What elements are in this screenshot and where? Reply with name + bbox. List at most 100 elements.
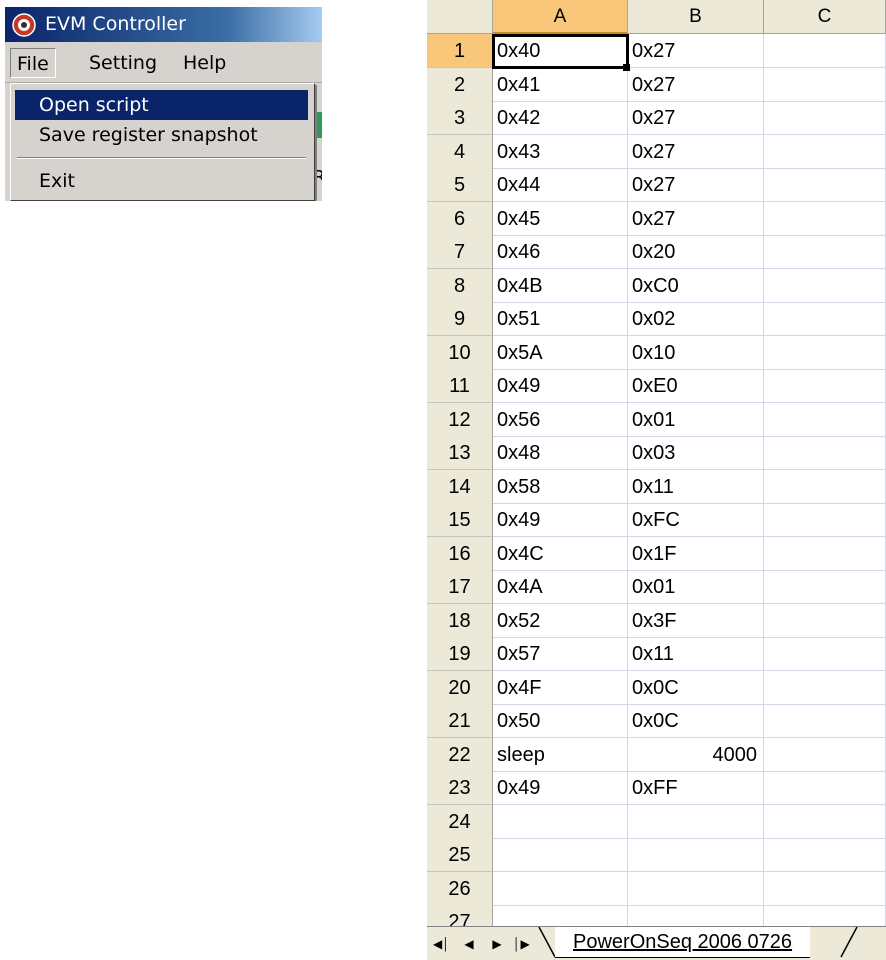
cell-b[interactable]: 0xFC [628,503,764,537]
cell-a[interactable]: 0x56 [493,402,628,437]
row-header[interactable]: 2 [427,67,493,102]
cell-b[interactable]: 0xC0 [628,268,764,303]
cell-c[interactable] [764,838,886,872]
cell-c[interactable] [764,34,886,68]
row-header[interactable]: 10 [427,335,493,370]
cell-a[interactable]: 0x58 [493,469,628,504]
cell-b[interactable]: 0x11 [628,469,764,504]
column-header-a[interactable]: A [493,0,628,34]
cell-c[interactable] [764,737,886,772]
cell-c[interactable] [764,168,886,202]
cell-c[interactable] [764,503,886,537]
cell-a[interactable]: 0x46 [493,235,628,269]
cell-a[interactable]: 0x4B [493,268,628,303]
cell-a[interactable]: 0x4A [493,570,628,604]
cell-c[interactable] [764,335,886,370]
cell-c[interactable] [764,603,886,638]
cell-a[interactable]: 0x50 [493,704,628,738]
cell-b[interactable]: 0x03 [628,436,764,470]
row-header[interactable]: 7 [427,235,493,269]
menu-setting[interactable]: Setting [83,48,163,78]
cell-b[interactable]: 0x10 [628,335,764,370]
row-header[interactable]: 15 [427,503,493,537]
cell-b[interactable]: 4000 [628,737,764,772]
cell-c[interactable] [764,369,886,403]
row-header[interactable]: 17 [427,570,493,604]
last-sheet-button[interactable]: │▶ [513,935,530,953]
prev-sheet-button[interactable]: ◀ [461,935,477,953]
row-header[interactable]: 9 [427,302,493,336]
cell-a[interactable]: 0x49 [493,771,628,805]
cell-a[interactable]: 0x41 [493,67,628,102]
row-header[interactable]: 23 [427,771,493,805]
cell-a[interactable]: 0x43 [493,134,628,169]
cell-b[interactable]: 0x0C [628,670,764,705]
row-header[interactable]: 21 [427,704,493,738]
cell-a[interactable] [493,838,628,872]
cell-a[interactable]: 0x49 [493,503,628,537]
row-header[interactable]: 3 [427,101,493,135]
cell-b[interactable]: 0x20 [628,235,764,269]
cell-c[interactable] [764,871,886,906]
row-header[interactable]: 4 [427,134,493,169]
cell-c[interactable] [764,67,886,102]
cell-b[interactable] [628,871,764,906]
cell-b[interactable]: 0x01 [628,402,764,437]
row-header[interactable]: 6 [427,201,493,236]
menu-item-exit[interactable]: Exit [15,166,308,196]
cell-a[interactable]: 0x45 [493,201,628,236]
cell-a[interactable]: 0x49 [493,369,628,403]
cell-b[interactable]: 0xE0 [628,369,764,403]
select-all-corner[interactable] [427,0,493,34]
cell-a[interactable]: 0x44 [493,168,628,202]
row-header[interactable]: 16 [427,536,493,571]
cell-b[interactable]: 0xFF [628,771,764,805]
cell-a[interactable]: 0x51 [493,302,628,336]
row-header[interactable]: 20 [427,670,493,705]
cell-c[interactable] [764,704,886,738]
cell-b[interactable]: 0x02 [628,302,764,336]
cell-c[interactable] [764,101,886,135]
cell-a[interactable]: 0x4F [493,670,628,705]
cell-a[interactable]: 0x42 [493,101,628,135]
cell-a[interactable]: 0x48 [493,436,628,470]
cell-b[interactable]: 0x01 [628,570,764,604]
cell-b[interactable] [628,804,764,839]
cell-b[interactable]: 0x27 [628,168,764,202]
cell-c[interactable] [764,302,886,336]
row-header[interactable]: 11 [427,369,493,403]
cell-b[interactable]: 0x1F [628,536,764,571]
cell-a[interactable] [493,871,628,906]
first-sheet-button[interactable]: ◀│ [433,935,450,953]
menu-item-save-register-snapshot[interactable]: Save register snapshot [15,120,308,150]
cell-c[interactable] [764,235,886,269]
cell-c[interactable] [764,268,886,303]
cell-b[interactable]: 0x27 [628,201,764,236]
menu-item-open-script[interactable]: Open script [15,90,308,120]
row-header[interactable]: 24 [427,804,493,839]
menu-file[interactable]: File [10,48,56,78]
row-header[interactable]: 26 [427,871,493,906]
row-header[interactable]: 12 [427,402,493,437]
cell-b[interactable]: 0x11 [628,637,764,671]
row-header[interactable]: 19 [427,637,493,671]
cell-a[interactable]: 0x40 [493,34,628,68]
menu-help[interactable]: Help [177,48,232,78]
cell-c[interactable] [764,670,886,705]
row-header[interactable]: 8 [427,268,493,303]
cell-b[interactable]: 0x3F [628,603,764,638]
cell-b[interactable]: 0x27 [628,34,764,68]
cell-a[interactable]: 0x5A [493,335,628,370]
row-header[interactable]: 1 [427,34,493,68]
cell-b[interactable]: 0x27 [628,101,764,135]
row-header[interactable]: 5 [427,168,493,202]
cell-c[interactable] [764,134,886,169]
cell-c[interactable] [764,402,886,437]
column-header-b[interactable]: B [628,0,764,34]
cell-c[interactable] [764,771,886,805]
cell-c[interactable] [764,201,886,236]
row-header[interactable]: 22 [427,737,493,772]
cell-a[interactable]: 0x57 [493,637,628,671]
row-header[interactable]: 14 [427,469,493,504]
cell-c[interactable] [764,469,886,504]
